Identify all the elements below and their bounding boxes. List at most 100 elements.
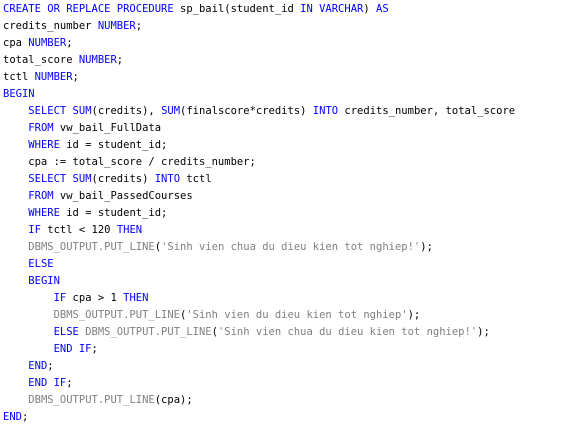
code-line: IF cpa > 1 THEN <box>3 290 149 307</box>
code-line: END IF; <box>3 375 73 392</box>
code-token: DBMS_OUTPUT.PUT_LINE <box>28 394 155 406</box>
code-token: (credits) <box>91 173 155 185</box>
code-token: BEGIN <box>3 88 35 100</box>
code-token: END IF <box>28 377 67 389</box>
code-token: total_score <box>3 54 79 66</box>
code-line: FROM vw_bail_PassedCourses <box>3 188 193 205</box>
code-line: DBMS_OUTPUT.PUT_LINE(cpa); <box>3 392 193 409</box>
code-token: INTO <box>154 173 181 185</box>
code-token: ; <box>66 37 73 49</box>
code-token: 'Sinh vien chua du dieu kien tot nghiep!… <box>161 241 421 253</box>
code-line: WHERE id = student_id; <box>3 137 167 154</box>
code-token: id = student_id; <box>59 207 168 219</box>
code-line: SELECT SUM(credits) INTO tctl <box>3 171 212 188</box>
code-token: ; <box>21 411 29 423</box>
code-token: DBMS_OUTPUT.PUT_LINE <box>53 309 181 321</box>
code-token: CREATE OR REPLACE PROCEDURE <box>3 3 174 15</box>
code-token: tctl <box>180 173 212 185</box>
code-token: cpa := total_score / credits_number; <box>3 156 256 168</box>
code-token: WHERE <box>28 207 60 219</box>
code-token: SELECT SUM <box>28 105 92 117</box>
code-line: tctl NUMBER; <box>3 69 79 86</box>
code-token: NUMBER <box>34 71 73 83</box>
code-line: FROM vw_bail_FullData <box>3 120 161 137</box>
code-token: FROM <box>28 190 54 202</box>
code-token: NUMBER <box>97 20 136 32</box>
code-line: BEGIN <box>3 86 35 103</box>
code-token: tctl < 120 <box>40 224 117 236</box>
code-token: tctl <box>3 71 35 83</box>
code-token: (cpa); <box>154 394 193 406</box>
code-token: BEGIN <box>28 275 60 287</box>
code-token: WHERE <box>28 139 60 151</box>
code-line: WHERE id = student_id; <box>3 205 167 222</box>
code-token: AS <box>376 3 389 15</box>
code-line: END IF; <box>3 341 98 358</box>
code-token: cpa > 1 <box>66 292 124 304</box>
code-token: THEN <box>116 224 143 236</box>
code-line: CREATE OR REPLACE PROCEDURE sp_bail(stud… <box>3 1 389 18</box>
code-token: FROM <box>28 122 54 134</box>
code-line: BEGIN <box>3 273 60 290</box>
code-token: (credits), <box>91 105 162 117</box>
code-line: END; <box>3 358 54 375</box>
code-token: ); <box>420 241 433 253</box>
code-token: 'Sinh vien du dieu kien tot nghiep' <box>186 309 408 321</box>
code-token: ; <box>47 360 54 372</box>
code-line: IF tctl < 120 THEN <box>3 222 142 239</box>
code-line: total_score NUMBER; <box>3 52 123 69</box>
code-token: credits_number, total_score <box>338 105 516 117</box>
code-token: ELSE <box>28 258 54 270</box>
code-token: vw_bail_PassedCourses <box>53 190 193 202</box>
code-token: IF <box>28 224 41 236</box>
code-line: END; <box>3 409 28 426</box>
code-line: credits_number NUMBER; <box>3 18 142 35</box>
code-token: (finalscore*credits) <box>180 105 313 117</box>
code-token: credits_number <box>3 20 98 32</box>
code-token: SELECT SUM <box>28 173 92 185</box>
code-token: DBMS_OUTPUT.PUT_LINE <box>28 241 155 253</box>
code-token: ) <box>363 3 376 15</box>
code-token: END IF <box>53 343 92 355</box>
code-editor[interactable]: CREATE OR REPLACE PROCEDURE sp_bail(stud… <box>0 0 574 426</box>
code-token: DBMS_OUTPUT.PUT_LINE <box>85 326 212 338</box>
code-token: END <box>3 411 22 423</box>
code-line: cpa NUMBER; <box>3 35 73 52</box>
code-token: ; <box>135 20 143 32</box>
code-token: ; <box>91 343 98 355</box>
code-line: SELECT SUM(credits), SUM(finalscore*cred… <box>3 103 515 120</box>
code-token: ); <box>407 309 421 321</box>
code-token: IN VARCHAR <box>300 3 364 15</box>
code-token: 'Sinh vien chua du dieu kien tot nghiep!… <box>217 326 478 338</box>
code-line: ELSE <box>3 256 54 273</box>
code-token: ; <box>66 377 73 389</box>
code-token: NUMBER <box>28 37 67 49</box>
code-token: ); <box>477 326 490 338</box>
code-token: INTO <box>312 105 339 117</box>
code-token: cpa <box>3 37 29 49</box>
code-line: DBMS_OUTPUT.PUT_LINE('Sinh vien chua du … <box>3 239 433 256</box>
code-token: IF <box>53 292 67 304</box>
code-token: NUMBER <box>78 54 117 66</box>
code-token: ; <box>116 54 124 66</box>
code-token: id = student_id; <box>59 139 168 151</box>
code-token: SUM <box>161 105 181 117</box>
code-token: ; <box>72 71 79 83</box>
